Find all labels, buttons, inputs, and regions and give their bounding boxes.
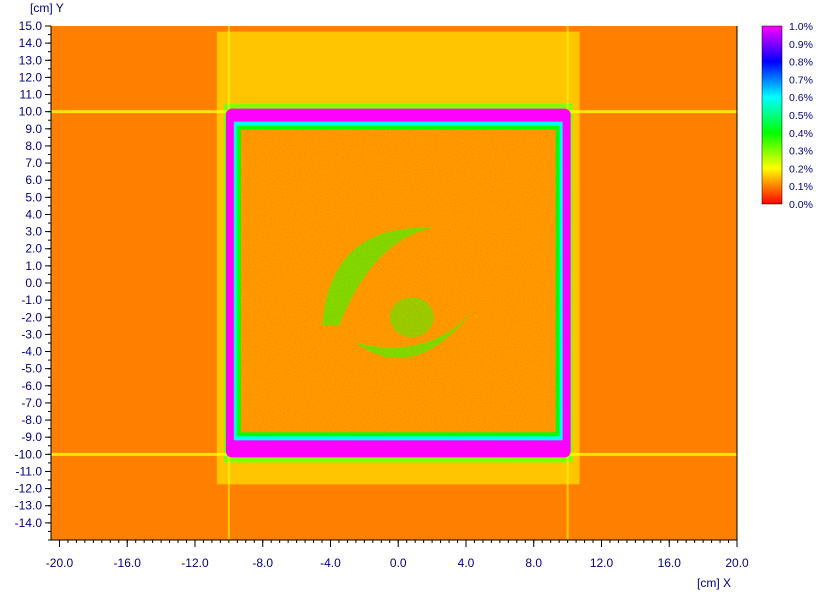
y-tick-label: 14.0 xyxy=(19,36,43,50)
x-tick-label: 0.0 xyxy=(390,556,407,570)
y-tick-label: -7.0 xyxy=(21,396,42,410)
y-tick-label: -8.0 xyxy=(21,413,42,427)
legend-label: 0.7% xyxy=(789,74,813,86)
y-tick-label: -10.0 xyxy=(15,447,43,461)
y-minor-ticks xyxy=(48,25,51,541)
y-tick-label: -3.0 xyxy=(21,327,42,341)
y-axis-title: [cm] Y xyxy=(30,1,64,15)
y-tick-label: 15.0 xyxy=(19,19,43,33)
heatmap-chart: -20.0 -16.0 -12.0 -8.0 -4.0 0.0 4.0 8.0 12.0 16.0… xyxy=(15,1,813,590)
legend-label: 0.0% xyxy=(789,199,813,211)
y-tick-label: -2.0 xyxy=(21,310,42,324)
x-ticks: -20.0 -16.0 -12.0 -8.0 -4.0 0.0 4.0 8.0 12.0 16.0… xyxy=(46,540,749,570)
legend-color-bar xyxy=(761,25,783,205)
x-axis-title: [cm] X xyxy=(697,576,731,590)
y-tick-label: -11.0 xyxy=(16,464,43,478)
y-tick-label: 6.0 xyxy=(25,173,42,187)
plot-area xyxy=(51,26,737,540)
y-tick-label: 9.0 xyxy=(25,122,42,136)
y-tick-label: 4.0 xyxy=(25,207,42,221)
y-tick-label: 12.0 xyxy=(19,70,43,84)
y-tick-label: 5.0 xyxy=(25,190,42,204)
legend-label: 0.9% xyxy=(789,39,813,51)
legend-label: 0.6% xyxy=(789,92,813,104)
legend-labels: 1.0% 0.9% 0.8% 0.7% 0.6% 0.5% 0.4% 0.3% 0.2% 0.1%… xyxy=(789,21,813,211)
y-tick-label: -14.0 xyxy=(15,516,43,530)
legend-label: 0.8% xyxy=(789,57,813,69)
y-tick-label: 8.0 xyxy=(25,139,42,153)
x-tick-label: -16.0 xyxy=(114,556,142,570)
color-legend: 1.0% 0.9% 0.8% 0.7% 0.6% 0.5% 0.4% 0.3% 0.2% 0.1%… xyxy=(761,21,813,211)
legend-label: 0.2% xyxy=(789,163,813,175)
x-tick-label: -8.0 xyxy=(252,556,273,570)
legend-label: 0.5% xyxy=(789,110,813,122)
y-tick-label: -13.0 xyxy=(15,499,43,513)
y-tick-label: 11.0 xyxy=(20,88,43,102)
y-tick-label: -1.0 xyxy=(21,293,42,307)
legend-label: 1.0% xyxy=(789,21,813,33)
x-tick-label: -12.0 xyxy=(181,556,209,570)
legend-label: 0.4% xyxy=(789,128,813,140)
y-tick-label: 0.0 xyxy=(25,276,42,290)
y-tick-label: -5.0 xyxy=(21,362,42,376)
y-tick-label: 3.0 xyxy=(25,225,42,239)
x-tick-label: 20.0 xyxy=(725,556,749,570)
x-tick-label: 12.0 xyxy=(590,556,614,570)
y-tick-label: 13.0 xyxy=(19,53,43,67)
y-tick-label: -9.0 xyxy=(21,430,42,444)
y-tick-label: 10.0 xyxy=(19,105,43,119)
y-tick-label: 7.0 xyxy=(25,156,42,170)
y-tick-label: -12.0 xyxy=(15,482,43,496)
y-tick-label: -4.0 xyxy=(21,345,42,359)
x-tick-label: 16.0 xyxy=(658,556,682,570)
y-ticks: 15.0 14.0 13.0 12.0 11.0 10.0 9.0 8.0 7.0 6.0 5.0 4… xyxy=(15,19,51,530)
y-tick-label: -6.0 xyxy=(21,379,42,393)
legend-label: 0.3% xyxy=(789,146,813,158)
noise-overlay xyxy=(240,129,556,433)
x-minor-ticks xyxy=(58,540,738,543)
legend-label: 0.1% xyxy=(789,181,813,193)
x-tick-label: 8.0 xyxy=(525,556,542,570)
x-tick-label: 4.0 xyxy=(458,556,475,570)
y-tick-label: 1.0 xyxy=(25,259,42,273)
x-tick-label: -4.0 xyxy=(320,556,341,570)
x-tick-label: -20.0 xyxy=(46,556,74,570)
y-tick-label: 2.0 xyxy=(25,242,42,256)
